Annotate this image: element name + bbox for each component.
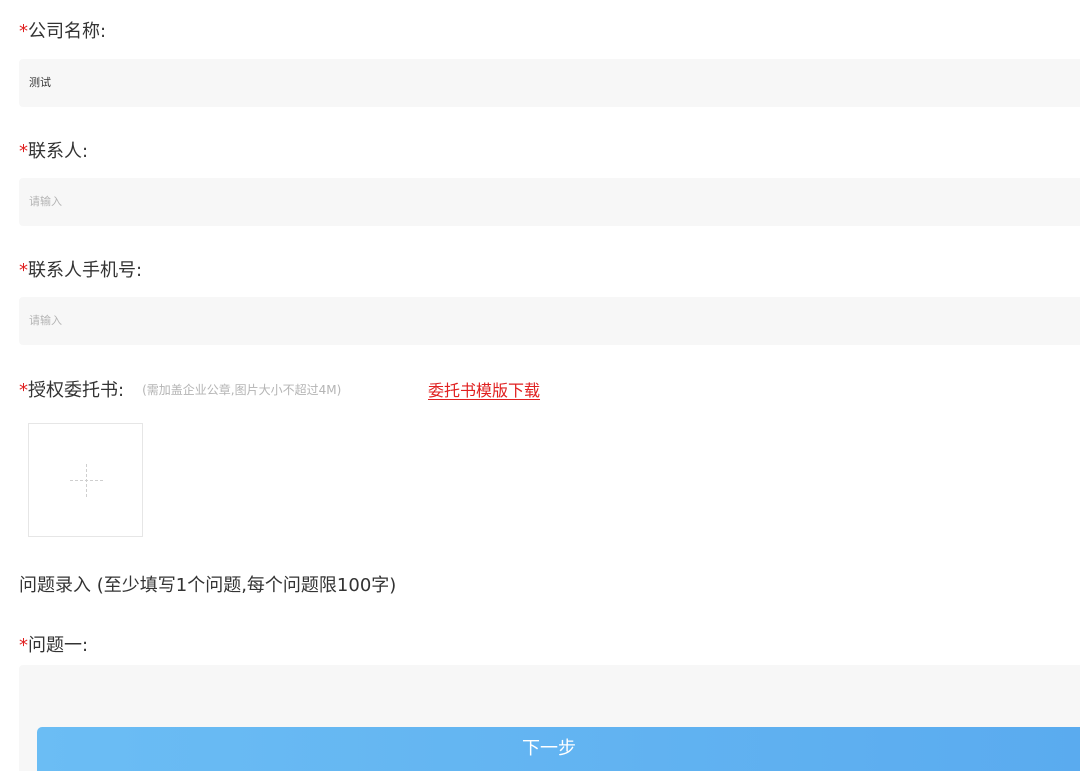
company-input[interactable]: 测试 (19, 59, 1080, 107)
authorization-label-text: 授权委托书: (28, 380, 125, 401)
contact-label: *联系人: (19, 140, 88, 164)
phone-label: *联系人手机号: (19, 259, 142, 283)
company-label-text: 公司名称: (28, 21, 107, 42)
plus-icon (70, 464, 103, 497)
contact-label-text: 联系人: (28, 141, 89, 162)
questions-section-title: 问题录入 (至少填写1个问题,每个问题限100字) (19, 575, 397, 596)
next-step-button[interactable]: 下一步 (37, 727, 1080, 771)
contact-input[interactable]: 请输入 (19, 178, 1080, 226)
question-1-label: *问题一: (19, 634, 88, 658)
phone-input-placeholder: 请输入 (29, 314, 62, 327)
question-1-label-text: 问题一: (28, 635, 89, 656)
required-mark: * (19, 380, 28, 401)
authorization-upload[interactable] (28, 423, 143, 537)
authorization-label: *授权委托书: (需加盖企业公章,图片大小不超过4M) (19, 378, 341, 403)
required-mark: * (19, 141, 28, 162)
company-label: *公司名称: (19, 20, 106, 44)
phone-input[interactable]: 请输入 (19, 297, 1080, 345)
phone-label-text: 联系人手机号: (28, 260, 143, 281)
template-download-link[interactable]: 委托书模版下载 (428, 381, 540, 401)
authorization-hint: (需加盖企业公章,图片大小不超过4M) (142, 383, 342, 397)
required-mark: * (19, 635, 28, 656)
required-mark: * (19, 21, 28, 42)
contact-input-placeholder: 请输入 (29, 195, 62, 208)
required-mark: * (19, 260, 28, 281)
company-input-value: 测试 (29, 76, 51, 89)
